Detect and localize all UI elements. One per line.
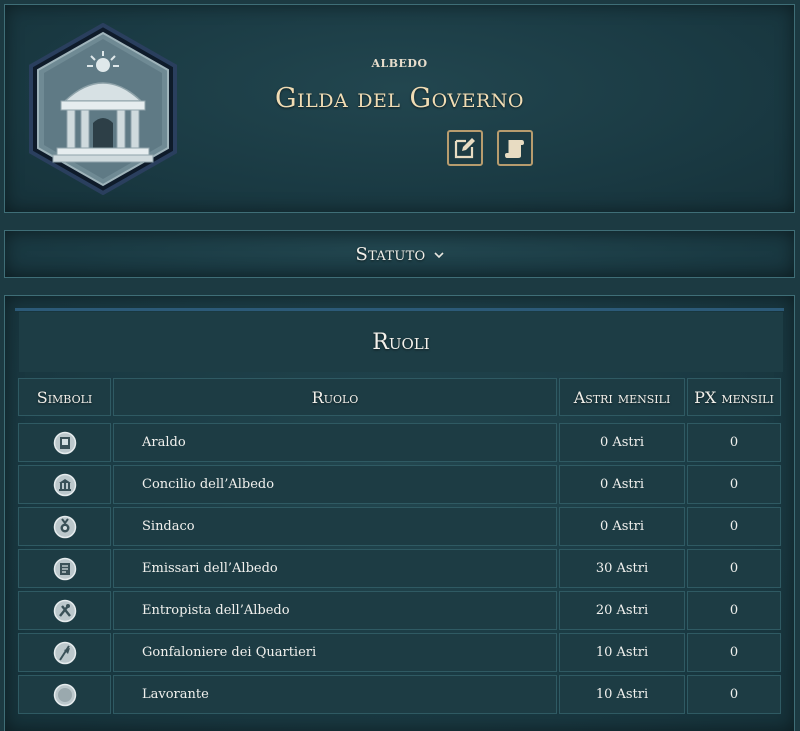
statuto-dropdown[interactable]: Statuto	[4, 230, 795, 278]
herald-icon	[53, 431, 76, 454]
role-symbol-cell	[18, 507, 111, 546]
roles-title-box: Ruoli	[19, 312, 783, 372]
role-symbol-cell	[18, 465, 111, 504]
edit-button[interactable]	[447, 130, 483, 166]
emissary-icon	[53, 557, 76, 580]
roles-top-divider	[15, 308, 784, 311]
role-px-cell: 0	[687, 465, 781, 504]
role-name-cell: Entropista dell’Albedo	[113, 591, 557, 630]
role-symbol-cell	[18, 633, 111, 672]
column-header-monthly-astri: Astri mensili	[559, 378, 685, 416]
gonfalon-icon	[53, 641, 76, 664]
council-temple-icon	[53, 473, 76, 496]
role-px-cell: 0	[687, 423, 781, 462]
role-name-cell: Lavorante	[113, 675, 557, 714]
role-astri-cell: 10 Astri	[559, 675, 685, 714]
scroll-document-button[interactable]	[497, 130, 533, 166]
role-px-cell: 0	[687, 675, 781, 714]
role-symbol-cell	[18, 549, 111, 588]
role-name-cell: Gonfaloniere dei Quartieri	[113, 633, 557, 672]
statuto-label: Statuto	[355, 243, 426, 265]
role-name-cell: Concilio dell’Albedo	[113, 465, 557, 504]
role-astri-cell: 0 Astri	[559, 423, 685, 462]
guild-title: Gilda del Governo	[275, 83, 524, 114]
column-header-role: Ruolo	[113, 378, 557, 416]
roles-title: Ruoli	[372, 329, 430, 355]
column-header-monthly-px: PX mensili	[687, 378, 781, 416]
role-symbol-cell	[18, 591, 111, 630]
role-px-cell: 0	[687, 591, 781, 630]
guild-subtitle: ALBEDO	[371, 57, 428, 70]
role-name-cell: Araldo	[113, 423, 557, 462]
role-px-cell: 0	[687, 633, 781, 672]
role-astri-cell: 0 Astri	[559, 507, 685, 546]
entropist-icon	[53, 599, 76, 622]
role-px-cell: 0	[687, 507, 781, 546]
role-astri-cell: 30 Astri	[559, 549, 685, 588]
guild-header: ALBEDO Gilda del Governo	[4, 4, 795, 213]
role-astri-cell: 10 Astri	[559, 633, 685, 672]
role-symbol-cell	[18, 423, 111, 462]
edit-pencil-icon	[454, 138, 475, 159]
role-symbol-cell	[18, 675, 111, 714]
chevron-down-icon	[433, 252, 444, 259]
worker-blank-icon	[53, 683, 76, 706]
role-name-cell: Sindaco	[113, 507, 557, 546]
role-astri-cell: 0 Astri	[559, 465, 685, 504]
role-px-cell: 0	[687, 549, 781, 588]
role-name-cell: Emissari dell’Albedo	[113, 549, 557, 588]
column-header-symbols: Simboli	[18, 378, 111, 416]
role-astri-cell: 20 Astri	[559, 591, 685, 630]
scroll-icon	[505, 140, 524, 158]
mayor-medal-icon	[53, 515, 76, 538]
